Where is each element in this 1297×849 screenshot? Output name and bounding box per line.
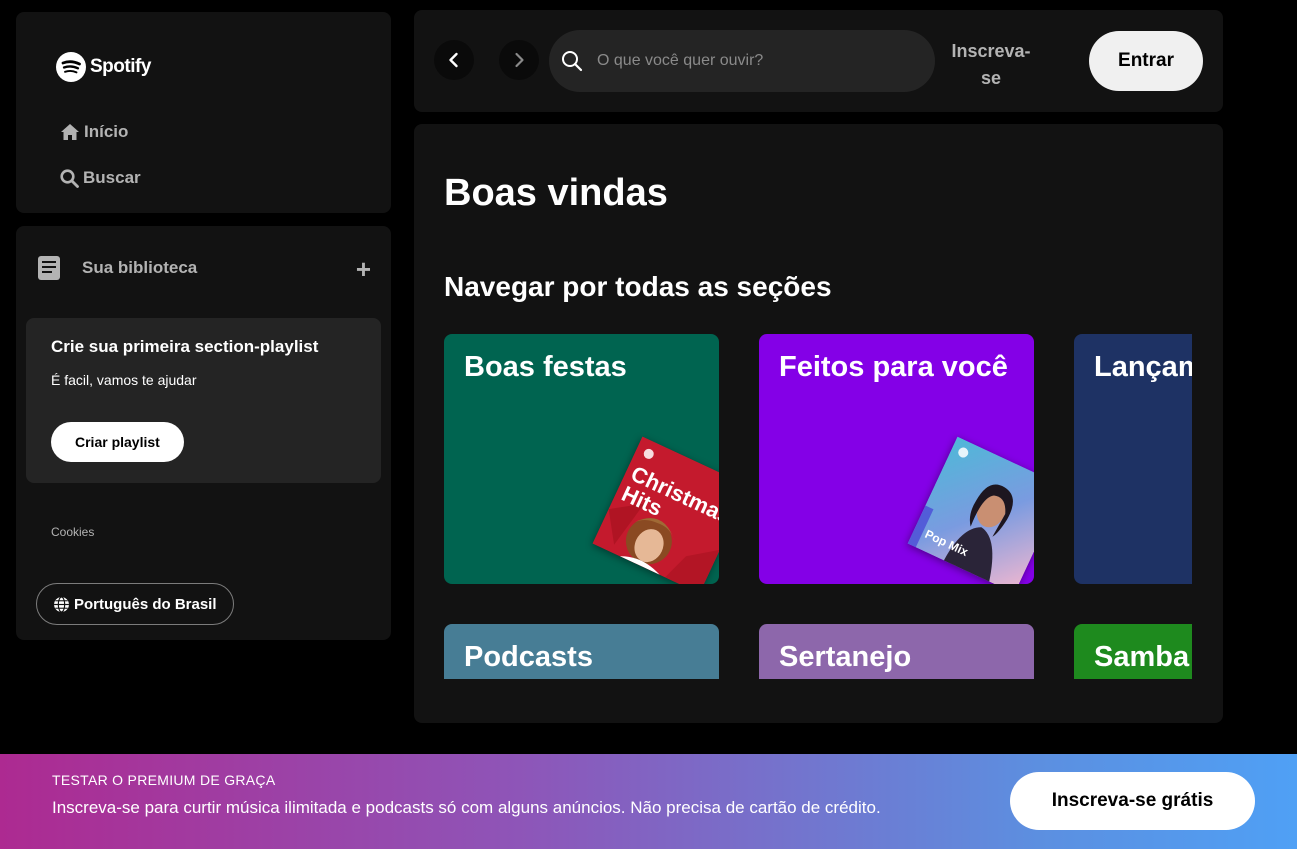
search-icon [60,168,79,188]
category-card-lancamentos[interactable]: Lançamentos [1074,334,1192,584]
signup-link[interactable]: Inscreva-se [944,38,1038,92]
category-card-boas-festas[interactable]: Boas festas Christmas Hits [444,334,719,584]
chevron-right-icon [515,52,524,68]
logo-wordmark: Spotify [90,56,151,77]
category-grid: Boas festas Christmas Hits Feitos para v… [444,334,1192,679]
category-card-podcasts[interactable]: Podcasts [444,624,719,679]
forward-button[interactable] [499,40,539,80]
signup-free-button[interactable]: Inscreva-se grátis [1010,772,1255,830]
browse-heading: Navegar por todas as seções [444,271,832,302]
create-playlist-card: Crie sua primeira section-playlist É fac… [26,318,381,483]
plus-icon[interactable]: + [356,256,371,282]
nav-home-label: Início [84,122,129,141]
create-playlist-button[interactable]: Criar playlist [51,422,184,462]
category-card-title: Podcasts [464,641,593,673]
language-button[interactable]: Português do Brasil [36,583,234,625]
banner-title: TESTAR O PREMIUM DE GRAÇA [52,772,276,788]
back-button[interactable] [434,40,474,80]
category-card-title: Feitos para você [779,351,1008,383]
cover-art-pop-mix: Pop Mix [907,436,1034,584]
library-header[interactable]: Sua biblioteca [36,254,197,282]
search-placeholder: O que você quer ouvir? [597,52,764,69]
nav-item-home[interactable]: Início [60,122,128,142]
category-card-samba[interactable]: Samba [1074,624,1192,679]
library-title: Sua biblioteca [82,258,198,277]
spotify-logo[interactable]: Spotify [56,52,151,82]
search-icon [562,51,583,72]
create-playlist-title: Crie sua primeira section-playlist [51,337,319,356]
category-card-feitos-para-voce[interactable]: Feitos para você Pop Mix [759,334,1034,584]
category-card-title: Sertanejo [779,641,912,673]
globe-icon [54,595,69,613]
home-icon [61,124,79,140]
category-card-title: Lançamentos [1094,351,1192,383]
main-content: Boas vindas Navegar por todas as seções … [414,124,1223,723]
nav-search-label: Buscar [83,168,141,187]
cover-art-christmas-hits: Christmas Hits [592,436,719,584]
page-title: Boas vindas [444,172,668,214]
banner-text: Inscreva-se para curtir música ilimitada… [52,798,881,817]
topbar: O que você quer ouvir? Inscreva-se Entra… [414,10,1223,112]
library-icon [38,256,60,280]
create-playlist-subtitle: É facil, vamos te ajudar [51,372,197,388]
spotify-logo-icon [56,52,86,82]
login-button[interactable]: Entrar [1089,31,1203,91]
search-input[interactable]: O que você quer ouvir? [549,30,935,92]
nav-item-search[interactable]: Buscar [60,168,141,188]
category-card-title: Boas festas [464,351,627,383]
premium-banner[interactable]: TESTAR O PREMIUM DE GRAÇA Inscreva-se pa… [0,754,1297,849]
chevron-left-icon [449,52,458,68]
category-card-title: Samba [1094,641,1190,673]
library-panel: Sua biblioteca + Crie sua primeira secti… [16,226,391,640]
cookies-link[interactable]: Cookies [51,525,94,539]
pop-mix-artwork [907,436,1034,584]
category-card-sertanejo[interactable]: Sertanejo [759,624,1034,679]
sidebar-nav-panel: Spotify Início Buscar [16,12,391,213]
language-label: Português do Brasil [74,595,217,613]
